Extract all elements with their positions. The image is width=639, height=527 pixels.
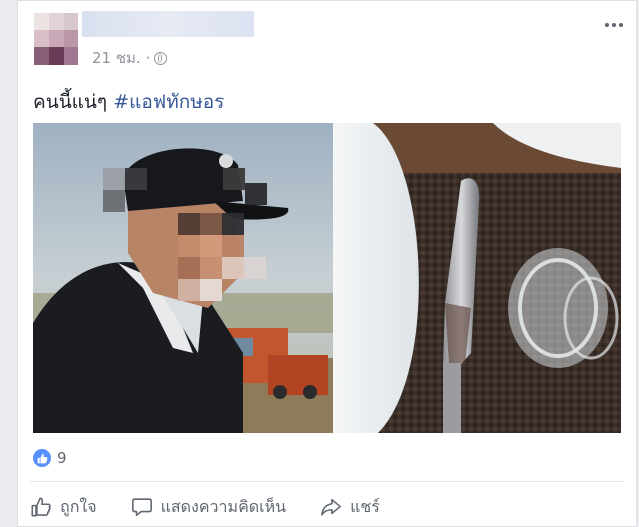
reactions-summary[interactable]: 9 xyxy=(33,449,67,467)
like-count: 9 xyxy=(57,449,67,467)
author-name-redacted[interactable] xyxy=(82,11,254,37)
facebook-post-card: 21 ชม. · คนนี้แน่ๆ #แอฟทักษอร 9 ถูกใจ แส… xyxy=(17,0,637,527)
post-timestamp[interactable]: 21 ชม. · xyxy=(92,46,150,70)
globe-icon[interactable] xyxy=(154,51,168,65)
more-options-icon[interactable] xyxy=(604,17,624,33)
post-meta: 21 ชม. · xyxy=(92,46,168,70)
share-label: แชร์ xyxy=(350,496,380,516)
like-button[interactable]: ถูกใจ xyxy=(30,495,97,520)
post-actions-bar: ถูกใจ แสดงความคิดเห็น แชร์ xyxy=(30,491,414,523)
photo-knife-reflection xyxy=(333,123,621,433)
divider xyxy=(30,481,624,482)
avatar-pixelated-image xyxy=(34,13,78,65)
share-button[interactable]: แชร์ xyxy=(320,495,380,520)
post-photo-right[interactable] xyxy=(333,123,621,433)
speech-bubble-icon xyxy=(131,498,152,517)
thumbs-up-icon xyxy=(31,497,51,517)
share-arrow-icon xyxy=(321,498,342,516)
avatar[interactable] xyxy=(34,13,78,65)
like-label: ถูกใจ xyxy=(60,496,97,516)
hashtag-link[interactable]: #แอฟทักษอร xyxy=(113,91,224,113)
post-photo-left[interactable] xyxy=(33,123,333,433)
post-body: คนนี้แน่ๆ xyxy=(33,91,108,113)
photo-man-in-cap xyxy=(33,123,333,433)
thumbs-up-icon xyxy=(33,449,51,467)
comment-label: แสดงความคิดเห็น xyxy=(160,496,287,516)
post-text: คนนี้แน่ๆ #แอฟทักษอร xyxy=(33,87,224,117)
comment-button[interactable]: แสดงความคิดเห็น xyxy=(131,495,287,520)
